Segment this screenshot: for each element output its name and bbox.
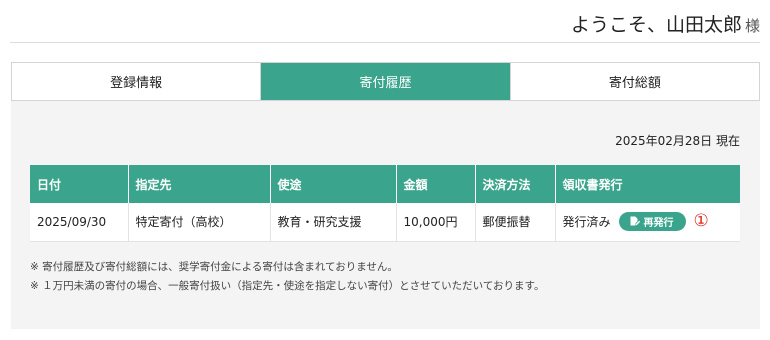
cell-date: 2025/09/30 bbox=[30, 203, 129, 242]
reissue-button[interactable]: 再発行 bbox=[618, 212, 686, 232]
cell-purpose: 教育・研究支援 bbox=[270, 203, 397, 242]
donation-history-table: 日付 指定先 使途 金額 決済方法 領収書発行 2025/09/30 特定寄付（… bbox=[30, 165, 740, 242]
welcome-message: ようこそ、山田太郎 bbox=[570, 14, 742, 36]
reissue-button-label: 再発行 bbox=[643, 218, 674, 230]
history-panel: 2025年02月28日 現在 日付 指定先 使途 金額 決済方法 領収書発行 2… bbox=[11, 101, 760, 329]
header-divider bbox=[10, 42, 760, 43]
cell-payment-method: 郵便振替 bbox=[475, 203, 556, 242]
annotation-marker: ① bbox=[693, 211, 709, 232]
note-item: ※ 寄付履歴及び寄付総額には、奨学寄付金による寄付は含まれておりません。 bbox=[30, 261, 398, 273]
column-header-payment-method: 決済方法 bbox=[475, 165, 556, 203]
tab-registration-info[interactable]: 登録情報 bbox=[12, 63, 261, 100]
receipt-cell-content: 発行済み 再発行 ① bbox=[562, 211, 734, 232]
table-row: 2025/09/30 特定寄付（高校） 教育・研究支援 10,000円 郵便振替… bbox=[30, 203, 740, 242]
column-header-date: 日付 bbox=[30, 165, 129, 203]
note-item: ※ １万円未満の寄付の場合、一般寄付扱い（指定先・使途を指定しない寄付）とさせて… bbox=[30, 280, 545, 292]
column-header-designation: 指定先 bbox=[128, 165, 271, 203]
tab-bar: 登録情報 寄付履歴 寄付総額 bbox=[11, 62, 760, 101]
document-edit-icon bbox=[629, 216, 640, 227]
table-header-row: 日付 指定先 使途 金額 決済方法 領収書発行 bbox=[30, 165, 740, 203]
column-header-purpose: 使途 bbox=[270, 165, 397, 203]
column-header-receipt: 領収書発行 bbox=[555, 165, 740, 203]
tab-donation-total[interactable]: 寄付総額 bbox=[509, 63, 759, 100]
notes: ※ 寄付履歴及び寄付総額には、奨学寄付金による寄付は含まれておりません。 ※ １… bbox=[30, 258, 544, 296]
as-of-date: 2025年02月28日 現在 bbox=[615, 134, 740, 148]
cell-designation: 特定寄付（高校） bbox=[128, 203, 271, 242]
honorific-suffix: 様 bbox=[744, 17, 760, 35]
tab-donation-history[interactable]: 寄付履歴 bbox=[260, 63, 510, 100]
cell-receipt: 発行済み 再発行 ① bbox=[555, 203, 740, 242]
welcome-greeting: ようこそ、山田太郎様 bbox=[571, 10, 760, 37]
column-header-amount: 金額 bbox=[396, 165, 476, 203]
receipt-status: 発行済み bbox=[562, 215, 611, 230]
cell-amount: 10,000円 bbox=[396, 203, 476, 242]
